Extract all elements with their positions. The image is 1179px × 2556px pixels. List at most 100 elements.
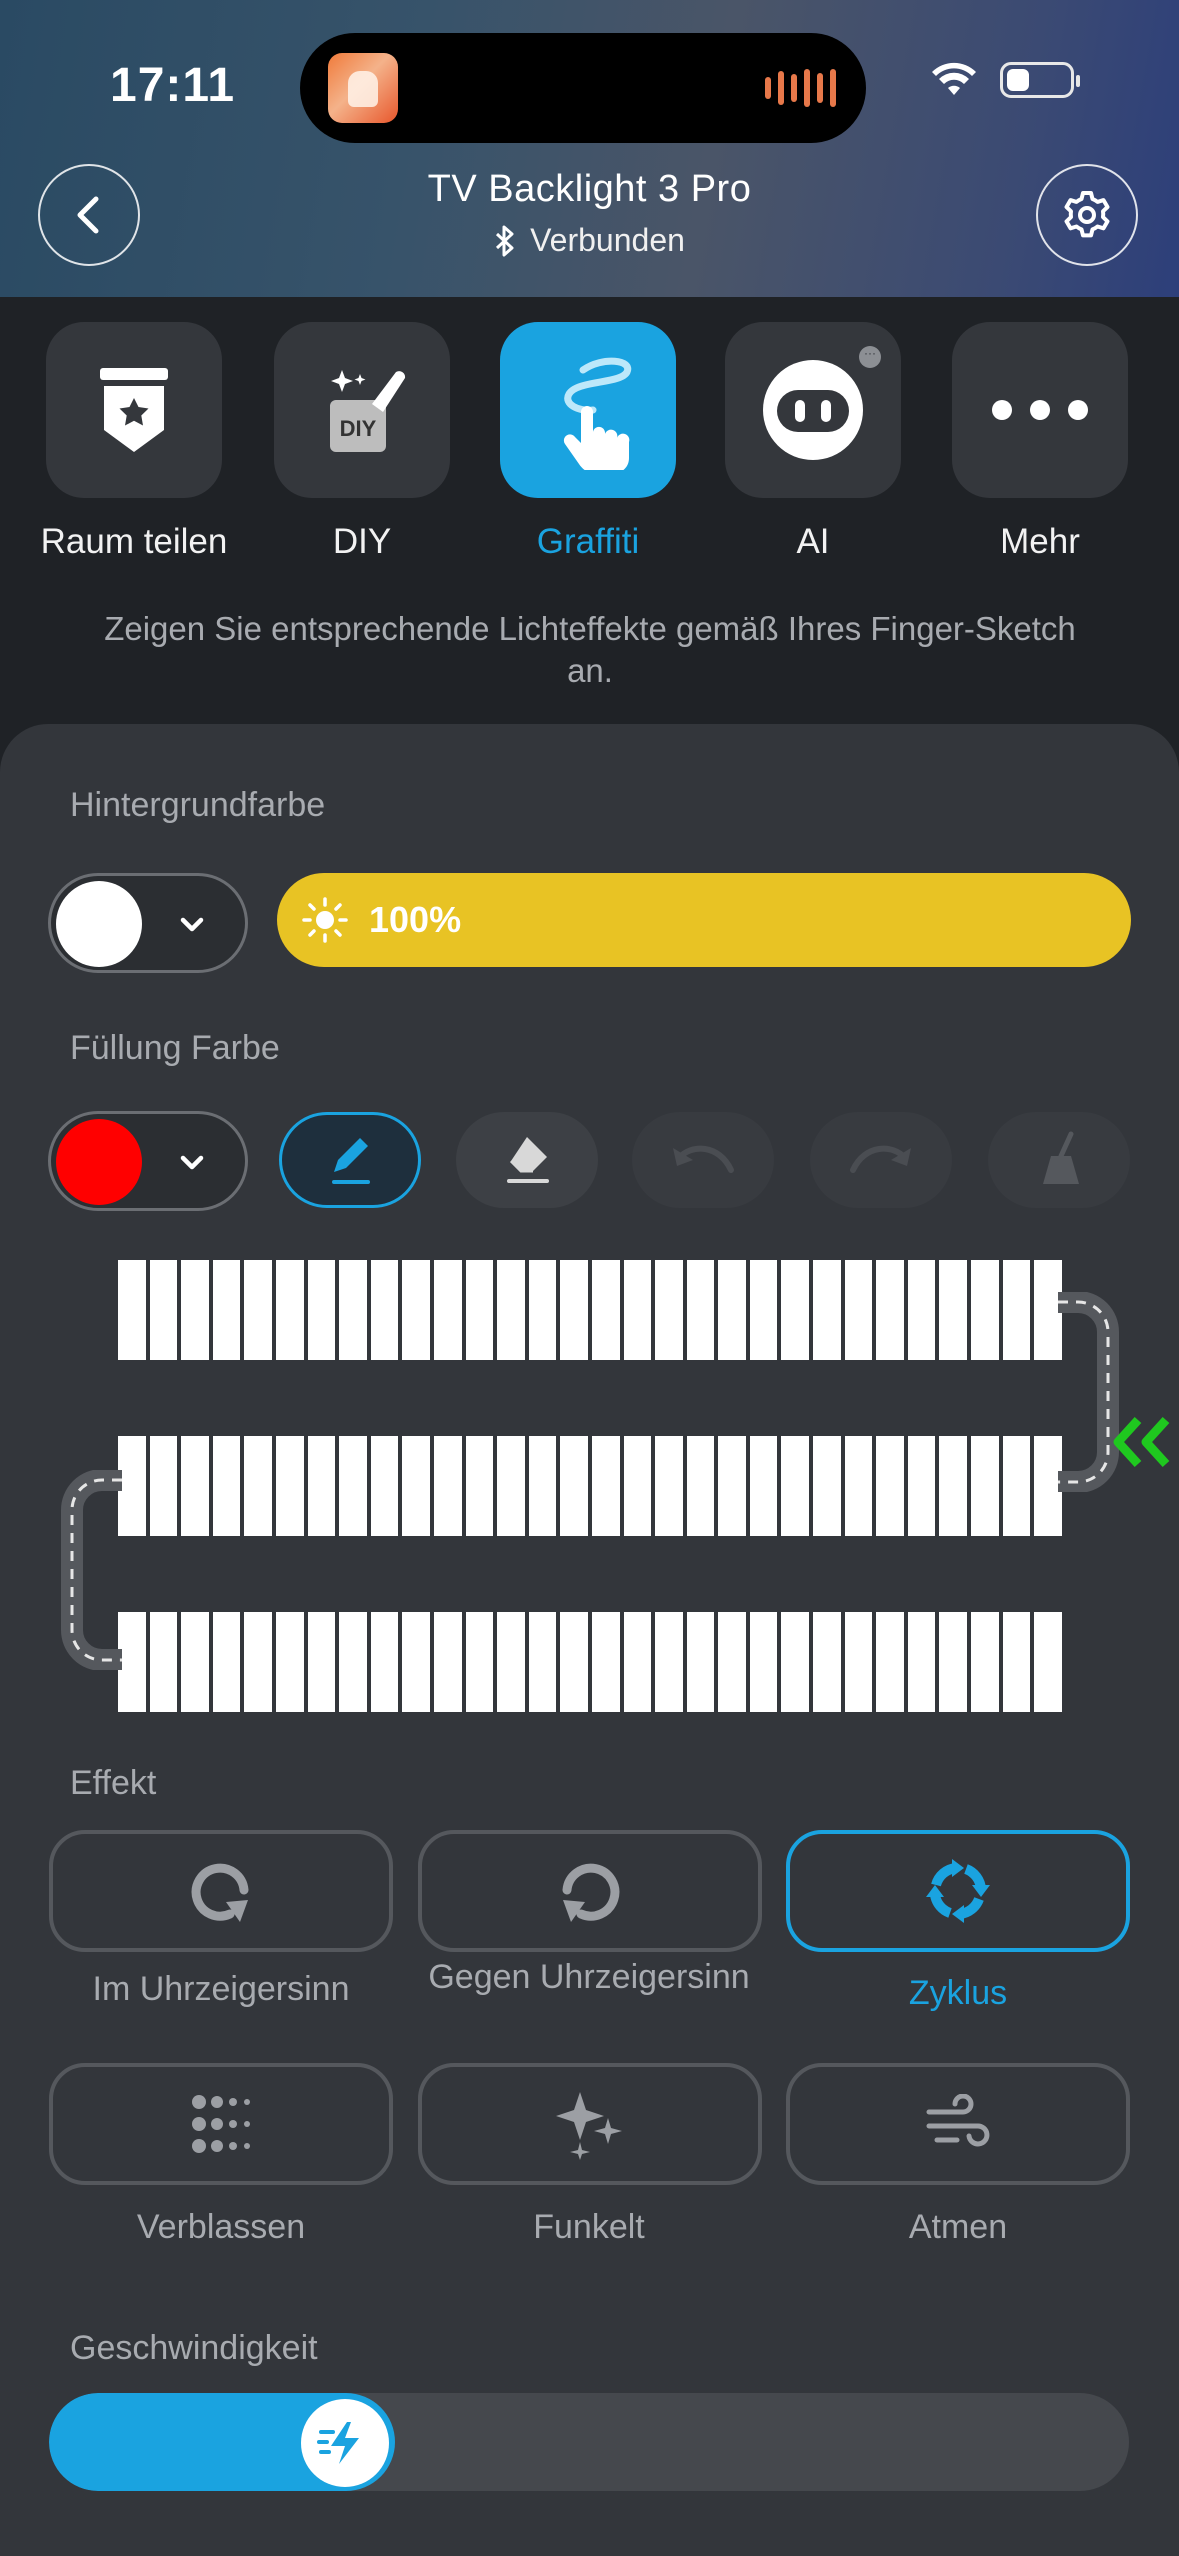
tab-mehr[interactable]: Mehr [927,322,1153,562]
led-segment[interactable] [686,1436,715,1536]
led-segment[interactable] [813,1612,841,1712]
settings-button[interactable] [1036,164,1138,266]
tab-graffiti[interactable]: Graffiti [475,322,701,562]
led-segment[interactable] [749,1436,778,1536]
effect-breathe-button[interactable] [786,2063,1130,2185]
led-segment[interactable] [244,1260,272,1360]
led-segment[interactable] [591,1260,620,1360]
undo-button[interactable] [632,1112,774,1208]
fill-color-picker[interactable] [48,1111,248,1211]
led-segment[interactable] [907,1260,936,1360]
led-segment[interactable] [971,1612,999,1712]
led-segment[interactable] [939,1612,968,1712]
led-segment[interactable] [339,1612,367,1712]
speed-slider-thumb[interactable] [301,2399,389,2487]
led-segment[interactable] [181,1260,209,1360]
led-segment[interactable] [876,1260,904,1360]
led-segment[interactable] [181,1436,209,1536]
clear-button[interactable] [988,1112,1130,1208]
led-segment[interactable] [370,1260,399,1360]
led-segment[interactable] [686,1260,715,1360]
led-segment[interactable] [528,1260,557,1360]
led-segment[interactable] [591,1436,620,1536]
led-segment[interactable] [370,1612,399,1712]
led-segment[interactable] [749,1260,778,1360]
led-segment[interactable] [876,1436,904,1536]
led-segment[interactable] [655,1612,683,1712]
led-segment[interactable] [971,1436,999,1536]
led-segment[interactable] [497,1612,525,1712]
led-segment[interactable] [212,1260,241,1360]
led-segment[interactable] [686,1612,715,1712]
led-segment[interactable] [528,1436,557,1536]
led-segment[interactable] [244,1436,272,1536]
led-segment[interactable] [465,1260,494,1360]
led-segment[interactable] [876,1612,904,1712]
led-segment[interactable] [528,1612,557,1712]
led-segment[interactable] [844,1612,873,1712]
led-segment[interactable] [813,1436,841,1536]
pen-tool-button[interactable] [279,1112,421,1208]
led-segment[interactable] [1002,1612,1031,1712]
led-segment[interactable] [560,1612,588,1712]
led-segment[interactable] [623,1436,652,1536]
dynamic-island[interactable] [300,33,866,143]
led-segment[interactable] [781,1436,810,1536]
led-segment[interactable] [718,1436,746,1536]
speed-slider[interactable] [49,2393,1129,2491]
led-segment[interactable] [939,1436,968,1536]
led-segment[interactable] [433,1436,462,1536]
led-segment[interactable] [149,1260,178,1360]
led-segment[interactable] [749,1612,778,1712]
led-segment[interactable] [212,1436,241,1536]
led-segment[interactable] [339,1436,367,1536]
led-segment[interactable] [307,1436,336,1536]
led-segment[interactable] [307,1612,336,1712]
eraser-tool-button[interactable] [456,1112,598,1208]
led-segment[interactable] [560,1260,588,1360]
led-segment[interactable] [275,1436,304,1536]
led-segment[interactable] [1034,1612,1062,1712]
led-segment[interactable] [1002,1436,1031,1536]
led-segment[interactable] [844,1436,873,1536]
effect-fade-button[interactable] [49,2063,393,2185]
led-segment[interactable] [655,1260,683,1360]
led-segment[interactable] [118,1260,146,1360]
led-segment[interactable] [149,1436,178,1536]
effect-clockwise-button[interactable] [49,1830,393,1952]
led-segment[interactable] [655,1436,683,1536]
led-segment[interactable] [275,1612,304,1712]
led-segment[interactable] [718,1612,746,1712]
tab-raum-teilen[interactable]: Raum teilen [21,322,247,562]
led-segment[interactable] [971,1260,999,1360]
led-segment[interactable] [402,1612,430,1712]
led-segment[interactable] [465,1612,494,1712]
led-segment[interactable] [781,1612,810,1712]
led-segment[interactable] [781,1260,810,1360]
redo-button[interactable] [810,1112,952,1208]
led-segment[interactable] [244,1612,272,1712]
led-segment[interactable] [370,1436,399,1536]
effect-counterclockwise-button[interactable] [418,1830,762,1952]
led-segment[interactable] [623,1612,652,1712]
effect-sparkle-button[interactable] [418,2063,762,2185]
led-segment[interactable] [433,1260,462,1360]
tab-ai[interactable]: ··· AI [700,322,926,562]
led-segment[interactable] [813,1260,841,1360]
led-segment[interactable] [307,1260,336,1360]
led-segment[interactable] [497,1436,525,1536]
led-segment[interactable] [844,1260,873,1360]
led-segment[interactable] [907,1612,936,1712]
led-segment[interactable] [623,1260,652,1360]
led-segment[interactable] [907,1436,936,1536]
led-segment[interactable] [465,1436,494,1536]
led-segment[interactable] [339,1260,367,1360]
tab-diy[interactable]: DIY DIY [249,322,475,562]
led-segment[interactable] [402,1436,430,1536]
brightness-slider[interactable]: 100% [277,873,1131,967]
led-segment[interactable] [591,1612,620,1712]
background-color-picker[interactable] [48,873,248,973]
led-segment[interactable] [212,1612,241,1712]
led-segment[interactable] [497,1260,525,1360]
led-segment[interactable] [402,1260,430,1360]
